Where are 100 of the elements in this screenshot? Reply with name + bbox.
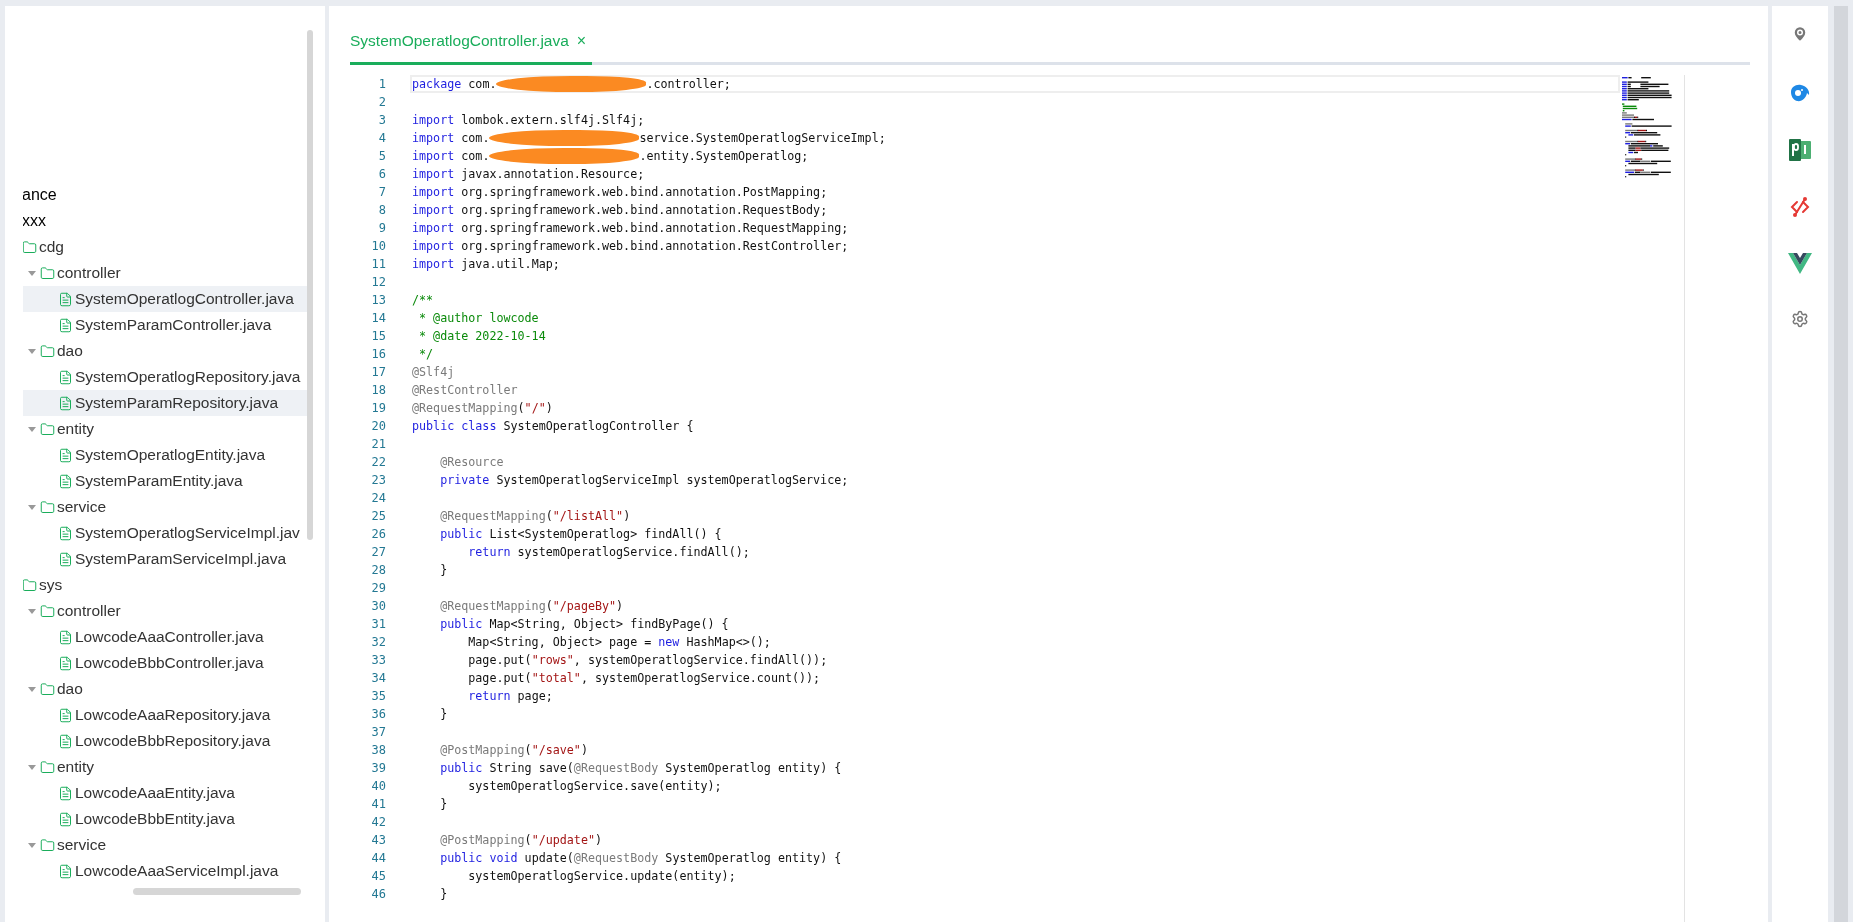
file-item[interactable]: SystemParamController.java [23,312,307,338]
item-label: LowcodeBbbEntity.java [75,810,235,828]
code-text: import org.springframework.web.bind.annotation.RequestMapping; [412,221,849,235]
code-text: page.put("rows", systemOperatlogService.findAll()); [467,653,828,667]
code-text: @RequestMapping("/") [412,401,553,415]
line-number: 38 [370,743,386,757]
code-text: @RequestMapping("/listAll") [439,509,631,523]
code-text: } [439,707,448,721]
code-text: Map<String, Object> page = new HashMap<>(); [467,635,771,649]
folder-icon [40,603,55,619]
code-text: public Map<String, Object> findByPage() { [439,617,729,631]
file-item[interactable]: LowcodeAaaServiceImpl.java [23,858,307,884]
line-number: 4 [377,131,386,145]
folder-item[interactable]: controller [23,598,307,624]
line-number: 41 [370,797,386,811]
line-number: 14 [370,311,386,325]
folder-item[interactable]: controller [23,260,307,286]
folder-item[interactable]: dao [23,338,307,364]
line-number: 20 [370,419,386,433]
item-label: SystemOperatlogController.java [75,290,294,308]
line-number: 32 [370,635,386,649]
line-number: 16 [370,347,386,361]
line-number: 19 [370,401,386,415]
line-number: 33 [370,653,386,667]
file-item[interactable]: SystemOperatlogEntity.java [23,442,307,468]
file-item[interactable]: SystemParamEntity.java [23,468,307,494]
code-text: import org.springframework.web.bind.annotation.RequestBody; [412,203,828,217]
file-icon [58,447,73,463]
file-item[interactable]: LowcodeAaaEntity.java [23,780,307,806]
file-item[interactable]: SystemOperatlogRepository.java [23,364,307,390]
file-item[interactable]: LowcodeAaaRepository.java [23,702,307,728]
item-label: LowcodeAaaEntity.java [75,784,235,802]
file-item[interactable]: SystemParamServiceImpl.java [23,546,307,572]
item-label: dao [57,342,83,360]
line-number: 30 [370,599,386,613]
item-label: SystemParamController.java [75,316,272,334]
folder-item[interactable]: sys [23,572,307,598]
folder-icon [40,837,55,853]
line-number: 25 [370,509,386,523]
file-item[interactable]: SystemOperatlogServiceImpl.jav [23,520,307,546]
line-number: 27 [370,545,386,559]
item-label: dao [57,680,83,698]
code-text: systemOperatlogService.update(entity); [467,869,736,883]
code-text: page.put("total", systemOperatlogService.count()); [467,671,821,685]
folder-item[interactable]: entity [23,416,307,442]
code-text: .controller; [646,77,731,91]
code-text: private SystemOperatlogServiceImpl systemOperatlogService; [439,473,849,487]
document-icon[interactable] [1788,139,1812,161]
line-number: 37 [370,725,386,739]
line-number: 26 [370,527,386,541]
code-text: service.SystemOperatlogServiceImpl; [639,131,886,145]
line-number: 23 [370,473,386,487]
item-label: cdg [39,238,64,256]
item-label: LowcodeAaaServiceImpl.java [75,862,279,880]
folder-item[interactable]: entity [23,754,307,780]
file-icon [58,629,73,645]
file-icon [58,395,73,411]
v-logo-icon[interactable] [1788,253,1812,274]
code-text: import org.springframework.web.bind.annotation.RestController; [412,239,849,253]
file-icon [58,369,73,385]
folder-icon [23,239,37,255]
line-number: 7 [377,185,386,199]
file-item[interactable]: SystemParamRepository.java [23,390,307,416]
file-item[interactable]: LowcodeBbbController.java [23,650,307,676]
tree-item[interactable]: ance [23,182,307,208]
item-label: SystemOperatlogEntity.java [75,446,266,464]
folder-item[interactable]: dao [23,676,307,702]
link-icon[interactable] [1789,196,1811,218]
code-text: @Resource [439,455,504,469]
folder-item[interactable]: cdg [23,234,307,260]
folder-item[interactable]: service [23,832,307,858]
code-text: @RestController [412,383,518,397]
tree-item[interactable]: xxx [23,208,307,234]
line-number: 31 [370,617,386,631]
code-text: * @date 2022-10-14 [418,329,546,343]
folder-icon [40,343,55,359]
file-item[interactable]: LowcodeAaaController.java [23,624,307,650]
code-text: public List<SystemOperatlog> findAll() { [439,527,722,541]
file-icon [58,733,73,749]
code-text: import com. [412,131,490,145]
line-number: 2 [377,95,386,109]
scrollbar[interactable] [133,888,301,895]
file-icon [58,707,73,723]
file-item[interactable]: LowcodeBbbRepository.java [23,728,307,754]
item-label: SystemOperatlogServiceImpl.jav [75,524,300,542]
location-pin-icon[interactable] [1791,25,1809,43]
file-item[interactable]: SystemOperatlogController.java [23,286,307,312]
scrollbar[interactable] [307,30,313,540]
file-icon [58,655,73,671]
line-number: 35 [370,689,386,703]
code-text: * @author lowcode [418,311,539,325]
file-icon [58,551,73,567]
code-text: } [439,563,448,577]
settings-icon[interactable] [1791,310,1809,328]
code-text: /** [412,293,434,307]
code-text: public class SystemOperatlogController { [412,419,694,433]
file-icon [58,317,73,333]
file-item[interactable]: LowcodeBbbEntity.java [23,806,307,832]
folder-item[interactable]: service [23,494,307,520]
line-number: 10 [370,239,386,253]
